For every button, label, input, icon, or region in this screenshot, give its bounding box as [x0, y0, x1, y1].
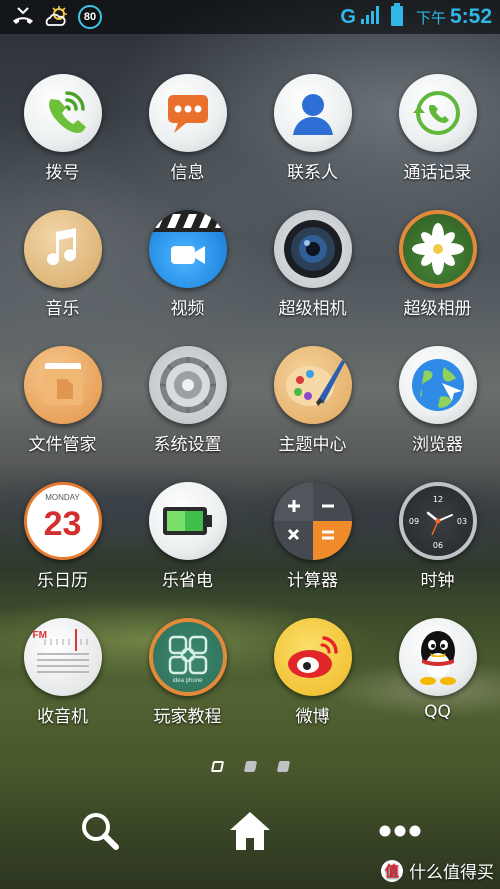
radio-icon: FM	[23, 618, 102, 696]
search-icon	[78, 809, 122, 858]
qq-penguin-icon	[398, 618, 477, 696]
app-power-saver[interactable]: 乐省电	[125, 482, 250, 591]
calendar-date: 23	[43, 505, 82, 543]
app-label: 超级相册	[403, 299, 472, 319]
app-label: 音乐	[45, 299, 80, 319]
app-label: QQ	[424, 702, 451, 722]
watermark-text: 什么值得买	[409, 863, 494, 882]
app-browser[interactable]: 浏览器	[375, 346, 500, 455]
app-label: 拨号	[45, 163, 80, 183]
calendar-icon: MONDAY 23	[23, 482, 102, 560]
clock-icon: 12 03 06 09	[398, 482, 477, 560]
app-label: 时钟	[420, 571, 455, 591]
radio-fm-badge: FM	[32, 630, 47, 641]
page-indicator	[0, 761, 500, 772]
watermark-logo: 值	[381, 859, 403, 882]
app-call-log[interactable]: 通话记录	[375, 74, 500, 183]
tutorial-caption: idea phone	[172, 678, 203, 684]
app-super-camera[interactable]: 超级相机	[250, 210, 375, 319]
battery-saver-icon	[148, 482, 227, 560]
app-super-gallery[interactable]: 超级相册	[375, 210, 500, 319]
app-messages[interactable]: 信息	[125, 74, 250, 183]
app-label: 微博	[295, 707, 330, 727]
app-calculator[interactable]: 计算器	[250, 482, 375, 591]
missed-call-icon[interactable]	[10, 4, 36, 30]
app-dialer[interactable]: 拨号	[0, 74, 125, 183]
app-contacts[interactable]: 联系人	[250, 74, 375, 183]
app-label: 信息	[170, 163, 205, 183]
status-bar: 80 G 下午 5:52	[0, 0, 500, 34]
gallery-icon	[398, 210, 477, 288]
clock-time: 5:52	[449, 5, 492, 28]
svg-text:09: 09	[408, 517, 418, 526]
app-label: 收音机	[37, 707, 88, 727]
app-label: 通话记录	[403, 163, 472, 183]
app-music[interactable]: 音乐	[0, 210, 125, 319]
app-label: 玩家教程	[153, 707, 222, 727]
call-log-icon	[398, 74, 477, 152]
watermark: 值 什么值得买	[381, 858, 494, 883]
svg-text:03: 03	[456, 517, 466, 526]
calendar-weekday: MONDAY	[45, 493, 80, 502]
app-weibo[interactable]: 微博	[250, 618, 375, 727]
battery-icon	[390, 2, 404, 32]
time-period: 下午	[415, 9, 446, 27]
theme-palette-icon	[273, 346, 352, 424]
home-button[interactable]	[220, 808, 280, 858]
app-file-manager[interactable]: 文件管家	[0, 346, 125, 455]
browser-globe-icon	[398, 346, 477, 424]
app-video[interactable]: 视频	[125, 210, 250, 319]
home-icon	[227, 808, 273, 859]
app-settings[interactable]: 系统设置	[125, 346, 250, 455]
battery-percent-badge[interactable]: 80	[78, 5, 102, 29]
contacts-icon	[273, 74, 352, 152]
page-dot-2[interactable]	[243, 761, 257, 772]
more-button[interactable]	[370, 808, 430, 858]
message-icon	[148, 74, 227, 152]
calculator-icon	[273, 482, 352, 560]
phone-dial-icon	[23, 74, 102, 152]
app-qq[interactable]: QQ	[375, 618, 500, 722]
svg-text:06: 06	[432, 541, 442, 550]
signal-strength-icon	[360, 5, 380, 30]
app-label: 文件管家	[28, 435, 97, 455]
weibo-icon	[273, 618, 352, 696]
app-calendar[interactable]: MONDAY 23 乐日历	[0, 482, 125, 591]
app-label: 乐省电	[162, 571, 213, 591]
app-label: 联系人	[287, 163, 338, 183]
dock-bar	[0, 808, 500, 858]
app-label: 超级相机	[278, 299, 347, 319]
app-label: 浏览器	[412, 435, 463, 455]
app-label: 主题中心	[278, 435, 347, 455]
page-dot-3[interactable]	[276, 761, 290, 772]
svg-text:12: 12	[432, 495, 442, 504]
app-label: 乐日历	[37, 571, 88, 591]
app-label: 系统设置	[153, 435, 222, 455]
page-dot-1[interactable]	[210, 761, 224, 772]
app-clock[interactable]: 12 03 06 09 时钟	[375, 482, 500, 591]
app-radio[interactable]: FM 收音机	[0, 618, 125, 727]
file-manager-icon	[23, 346, 102, 424]
music-icon	[23, 210, 102, 288]
app-tutorial[interactable]: idea phone 玩家教程	[125, 618, 250, 727]
network-type: G	[340, 5, 356, 28]
app-label: 计算器	[287, 571, 338, 591]
settings-icon	[148, 346, 227, 424]
more-icon	[377, 823, 423, 844]
camera-icon	[273, 210, 352, 288]
weather-cloudy-sun-icon[interactable]	[44, 4, 70, 30]
app-label: 视频	[170, 299, 205, 319]
tutorial-icon: idea phone	[148, 618, 227, 696]
video-icon	[148, 210, 227, 288]
search-button[interactable]	[70, 808, 130, 858]
app-theme-center[interactable]: 主题中心	[250, 346, 375, 455]
